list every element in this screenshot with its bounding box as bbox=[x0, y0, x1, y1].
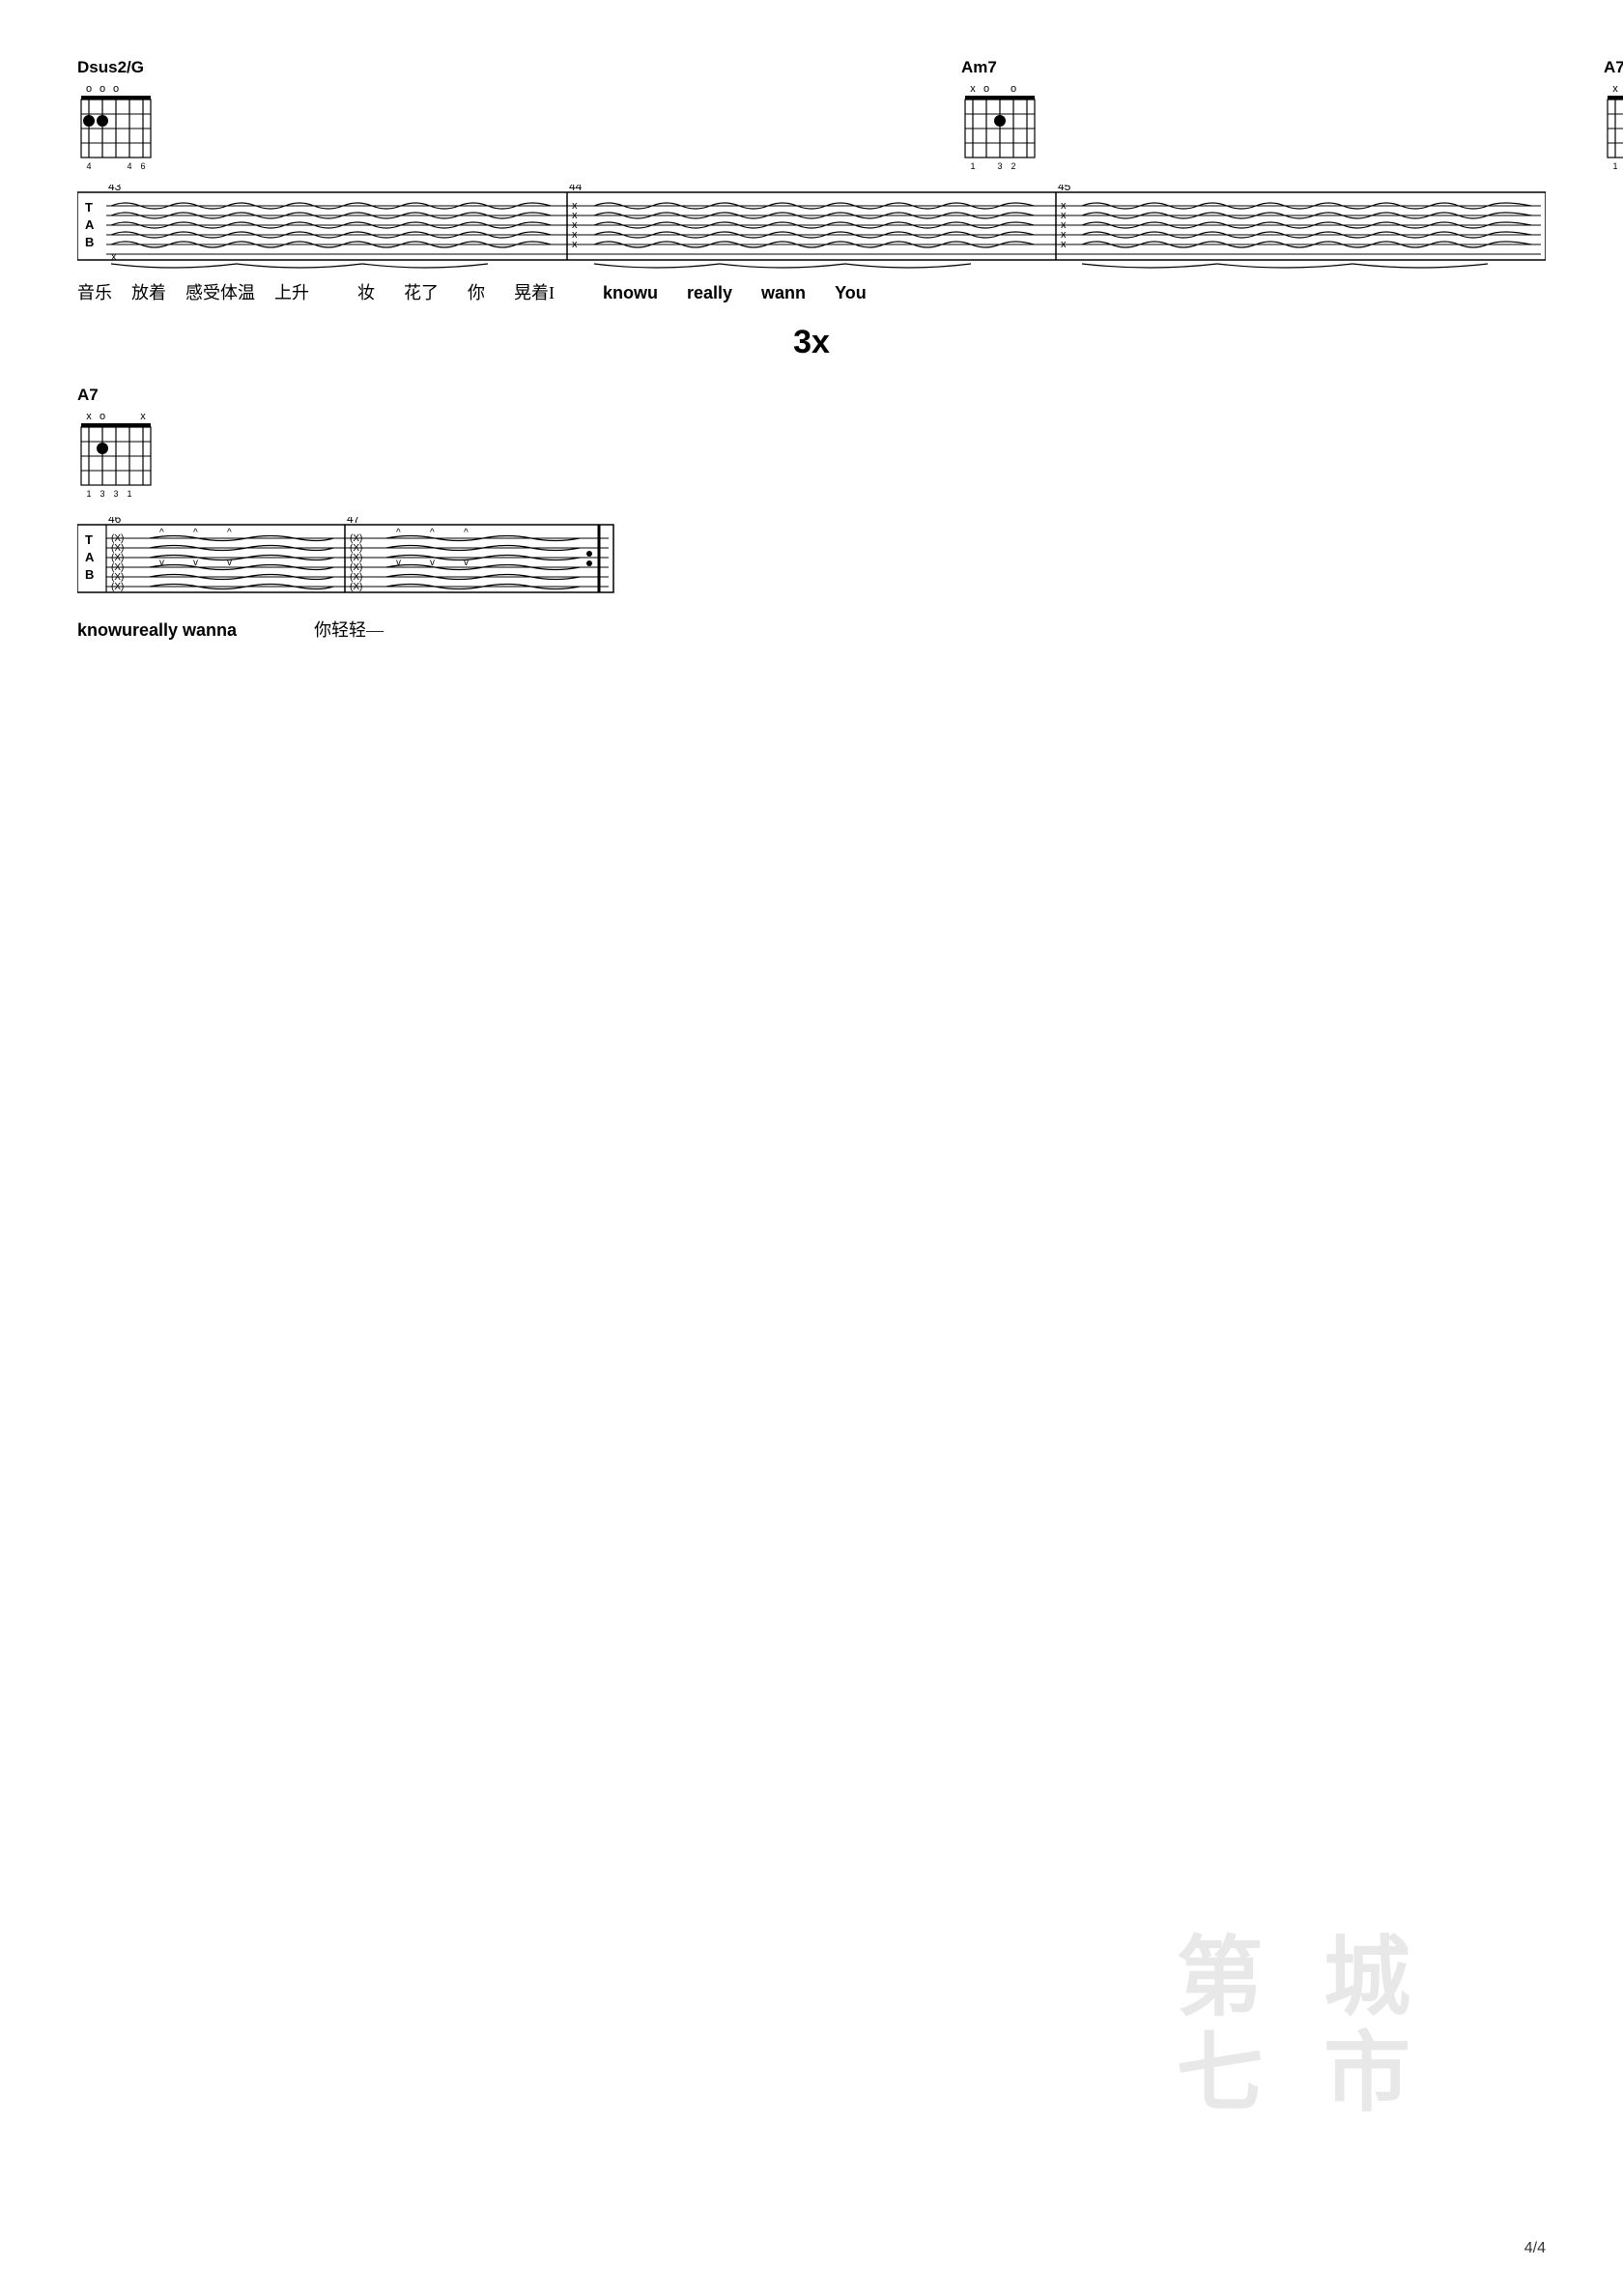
svg-text:^: ^ bbox=[430, 528, 435, 538]
chord-a7-row2: A7 x o x bbox=[77, 386, 1546, 504]
svg-text:o: o bbox=[113, 83, 119, 95]
svg-text:x: x bbox=[111, 251, 117, 263]
tab-svg-row1: T A B 43 44 45 bbox=[77, 185, 1546, 272]
svg-text:1: 1 bbox=[86, 489, 91, 499]
chord-name-dsus2g: Dsus2/G bbox=[77, 58, 164, 77]
svg-text:x: x bbox=[140, 411, 146, 422]
lyric-4: 上升 bbox=[274, 279, 309, 304]
svg-text:x: x bbox=[572, 239, 578, 250]
lyrics-row2: knowureally wanna 你轻轻— bbox=[77, 617, 1546, 642]
tab-staff-row1: T A B 43 44 45 bbox=[77, 185, 1546, 272]
svg-text:x: x bbox=[86, 411, 92, 422]
svg-text:x: x bbox=[970, 83, 976, 95]
svg-text:44: 44 bbox=[569, 185, 583, 193]
page-number: 4/4 bbox=[1524, 2240, 1546, 2257]
svg-text:1: 1 bbox=[970, 161, 975, 171]
svg-text:(X): (X) bbox=[350, 582, 362, 592]
section2: A7 x o x bbox=[77, 386, 1546, 642]
svg-text:1: 1 bbox=[1612, 161, 1617, 171]
lyric-3: 感受体温 bbox=[185, 279, 255, 304]
svg-text:46: 46 bbox=[108, 517, 122, 526]
svg-text:^: ^ bbox=[227, 528, 232, 538]
svg-text:47: 47 bbox=[347, 517, 360, 526]
lyric-6: 花了 bbox=[404, 279, 439, 304]
svg-text:2: 2 bbox=[1011, 161, 1015, 171]
chord-name-a7-2: A7 bbox=[77, 386, 1546, 405]
svg-text:6: 6 bbox=[140, 161, 145, 171]
svg-text:3: 3 bbox=[997, 161, 1002, 171]
svg-text:o: o bbox=[1011, 83, 1016, 95]
svg-text:T: T bbox=[85, 200, 93, 215]
svg-text:4: 4 bbox=[127, 161, 131, 171]
svg-text:T: T bbox=[85, 532, 93, 547]
chord-diagram-am7: x o o 1 bbox=[961, 80, 1048, 172]
lyric-2: 放着 bbox=[131, 279, 166, 304]
repeat-marker: 3x bbox=[77, 324, 1546, 361]
lyric-1: 音乐 bbox=[77, 279, 112, 304]
svg-text:A: A bbox=[85, 550, 95, 564]
svg-text:^: ^ bbox=[193, 528, 198, 538]
svg-text:o: o bbox=[86, 83, 92, 95]
tab-svg-row2: T A B 46 47 bbox=[77, 517, 618, 604]
lyrics-row1: 音乐 放着 感受体温 上升 妆 花了 你 晃着I knowu really wa… bbox=[77, 279, 1546, 304]
chord-diagram-a7-2: x o x 1 bbox=[77, 408, 164, 500]
lyric-5: 妆 bbox=[357, 279, 375, 304]
chord-name-am7: Am7 bbox=[961, 58, 1048, 77]
lyric-8: 晃着I bbox=[514, 279, 555, 304]
svg-text:x: x bbox=[1061, 239, 1067, 250]
lyric-11: wann bbox=[761, 283, 806, 303]
tab-staff-row2: T A B 46 47 bbox=[77, 517, 1546, 604]
svg-text:43: 43 bbox=[108, 185, 122, 193]
svg-text:v: v bbox=[396, 558, 401, 568]
svg-text:3: 3 bbox=[113, 489, 118, 499]
svg-text:(X): (X) bbox=[111, 582, 124, 592]
svg-text:B: B bbox=[85, 235, 94, 249]
lyric-12: You bbox=[835, 283, 867, 303]
svg-text:o: o bbox=[100, 83, 105, 95]
chord-a7: A7 x o x bbox=[1604, 58, 1623, 177]
lyric-r2-1: knowureally wanna bbox=[77, 620, 237, 641]
svg-text:B: B bbox=[85, 567, 94, 582]
lyric-7: 你 bbox=[468, 279, 485, 304]
svg-text:3: 3 bbox=[100, 489, 104, 499]
lyric-r2-2: 你轻轻— bbox=[314, 617, 384, 642]
svg-text:x: x bbox=[1612, 83, 1618, 95]
watermark: 第 城 七 市 bbox=[1177, 1931, 1431, 2122]
svg-text:v: v bbox=[159, 558, 164, 568]
chord-dsus2g: Dsus2/G o o o bbox=[77, 58, 164, 177]
chord-name-a7: A7 bbox=[1604, 58, 1623, 77]
svg-text:o: o bbox=[983, 83, 989, 95]
lyric-9: knowu bbox=[603, 283, 658, 303]
lyric-10: really bbox=[687, 283, 732, 303]
page: Dsus2/G o o o bbox=[0, 0, 1623, 2296]
svg-text:4: 4 bbox=[86, 161, 91, 171]
svg-text:45: 45 bbox=[1058, 185, 1071, 193]
svg-text:^: ^ bbox=[464, 528, 469, 538]
svg-text:1: 1 bbox=[127, 489, 131, 499]
svg-text:o: o bbox=[100, 411, 105, 422]
chord-diagram-a7: x o x 1 bbox=[1604, 80, 1623, 172]
chord-diagram-dsus2g: o o o bbox=[77, 80, 164, 172]
chord-diagrams-row1: Dsus2/G o o o bbox=[77, 58, 1546, 177]
svg-text:A: A bbox=[85, 217, 95, 232]
chord-am7: Am7 x o o bbox=[961, 58, 1048, 177]
